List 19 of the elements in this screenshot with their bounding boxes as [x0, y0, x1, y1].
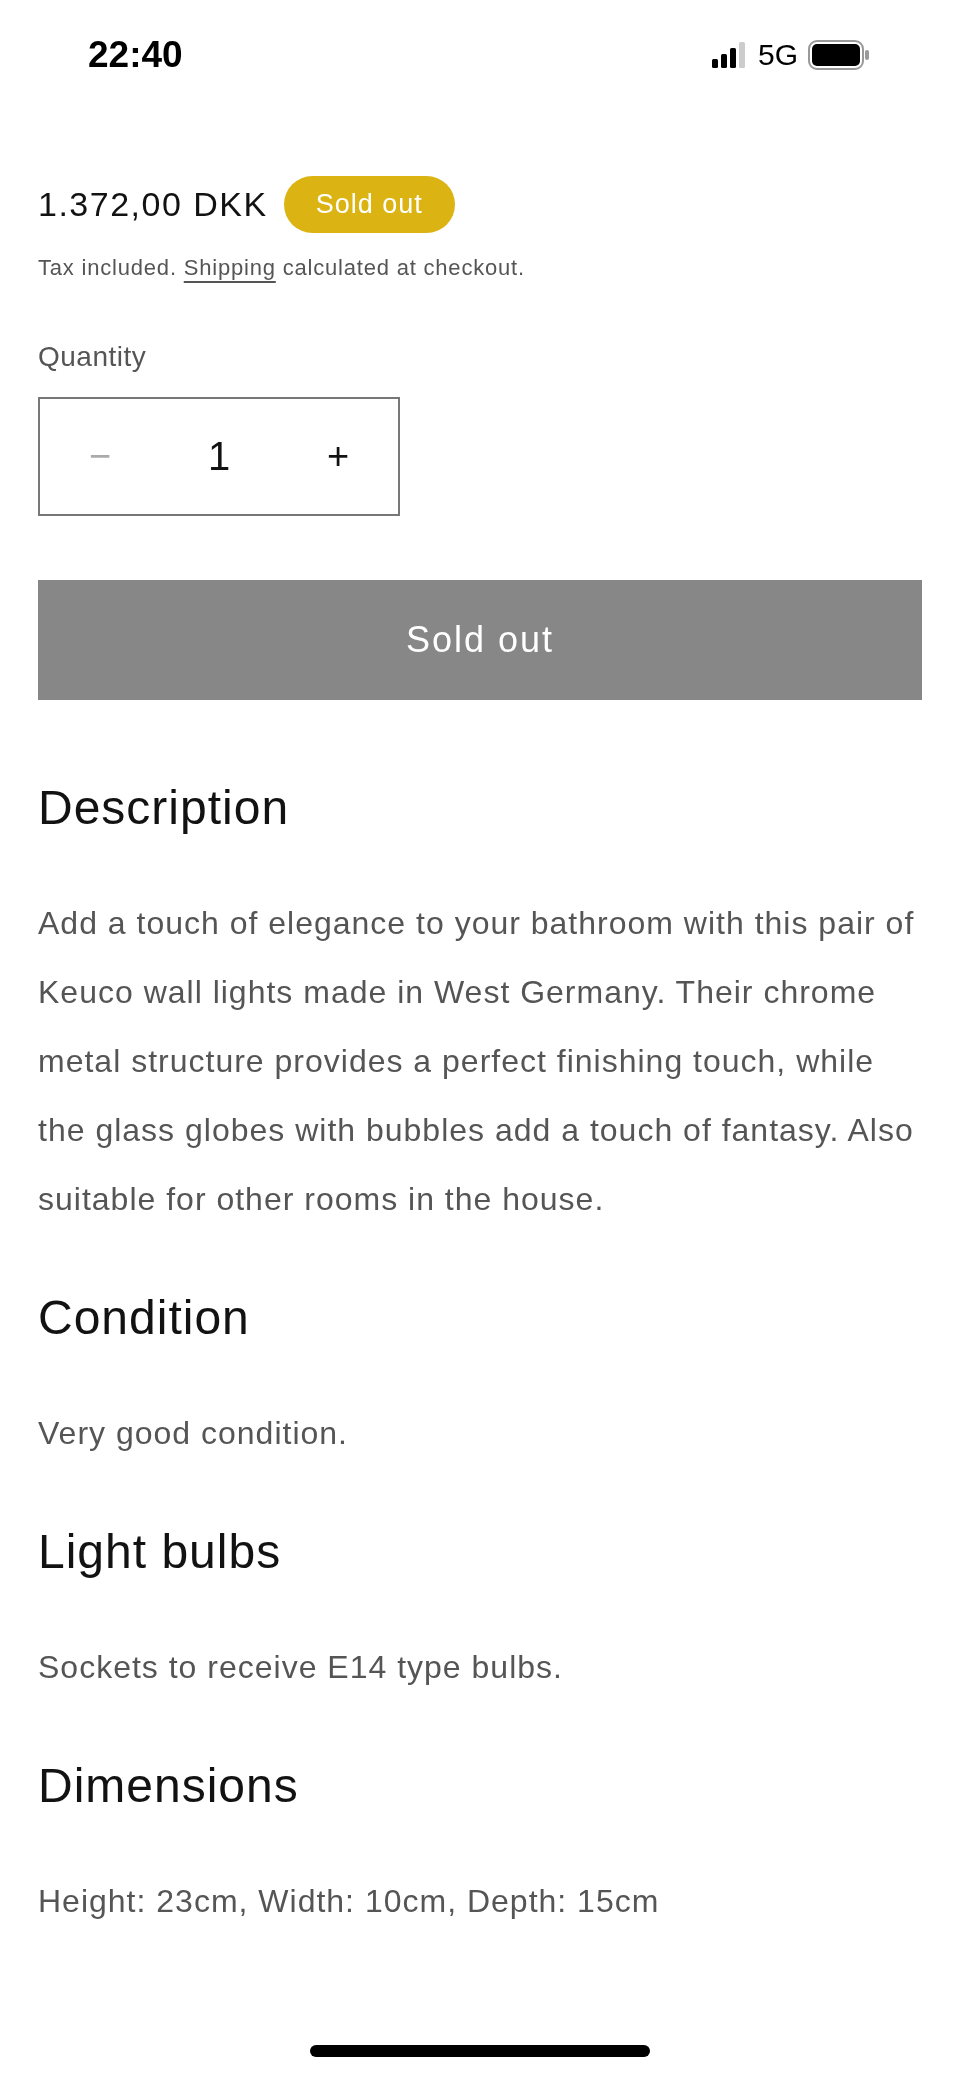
shipping-link[interactable]: Shipping	[183, 255, 276, 280]
section-text: Add a touch of elegance to your bathroom with this pair of Keuco wall lights made in West Germany. Their chrome metal structure provides a perfect finishing touch, while the glass globes with bubbles add a touch of fantasy. Also suitable for other rooms in the house.	[38, 904, 916, 1219]
increase-button[interactable]: +	[308, 434, 368, 479]
quantity-input[interactable]: 1	[177, 433, 261, 480]
tax-note: Tax included. Shipping calculated at checkout.	[38, 255, 526, 281]
section-text: Sockets to receive E14 type bulbs.	[38, 1648, 564, 1687]
quantity-label: Quantity	[38, 341, 148, 373]
section-heading: Description	[38, 780, 291, 835]
status-time: 22:40	[88, 34, 183, 76]
section-heading: Condition	[38, 1290, 251, 1345]
signal-icon	[711, 42, 748, 68]
section-heading: Light bulbs	[38, 1524, 283, 1579]
section-text: Height: 23cm, Width: 10cm, Depth: 15cm	[38, 1882, 661, 1921]
product-price: 1.372,00 DKK	[38, 185, 268, 224]
network-label: 5G	[757, 38, 798, 72]
section-text: Very good condition.	[38, 1414, 349, 1453]
battery-icon	[808, 40, 870, 70]
sold-out-badge: Sold out	[283, 176, 455, 233]
section-heading: Dimensions	[38, 1758, 300, 1813]
